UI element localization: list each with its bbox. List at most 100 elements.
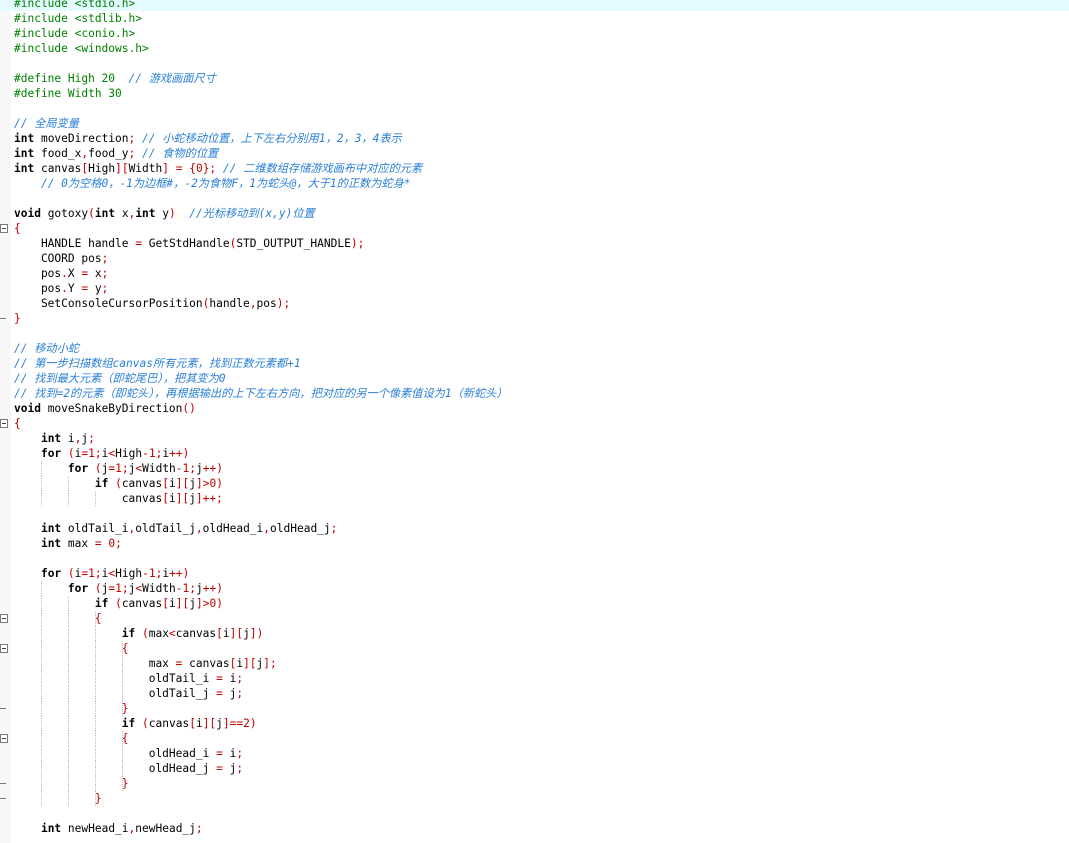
code-line[interactable]: int canvas[High][Width] = {0}; // 二维数组存储… xyxy=(0,161,1069,176)
code-token: i xyxy=(222,672,237,685)
code-line[interactable]: // 找到最大元素（即蛇尾巴），把其变为0 xyxy=(0,371,1069,386)
code-token: ]++; xyxy=(195,492,223,505)
code-line[interactable]: for (i=1;i<High-1;i++) xyxy=(0,566,1069,581)
code-line[interactable]: for (i=1;i<High-1;i++) xyxy=(0,446,1069,461)
code-line[interactable]: SetConsoleCursorPosition(handle,pos); xyxy=(0,296,1069,311)
code-line[interactable]: { xyxy=(0,611,1069,626)
code-editor[interactable]: #include <stdio.h> #include <stdlib.h> #in… xyxy=(0,0,1069,836)
fold-toggle-icon[interactable] xyxy=(0,419,8,428)
code-line[interactable]: { xyxy=(0,416,1069,431)
code-line[interactable] xyxy=(0,56,1069,71)
code-text: oldHead_j = j; xyxy=(14,761,243,776)
code-token: HANDLE handle xyxy=(14,237,136,250)
code-line[interactable]: if (canvas[i][j]>0) xyxy=(0,596,1069,611)
code-token: ][ xyxy=(175,477,190,490)
code-token: void xyxy=(14,207,41,220)
code-line[interactable]: canvas[i][j]++; xyxy=(0,491,1069,506)
fold-toggle-icon[interactable] xyxy=(0,734,8,743)
code-token: // 0为空格0，-1为边框#，-2为食物F，1为蛇头@，大于1的正数为蛇身* xyxy=(40,177,411,190)
code-token: canvas xyxy=(121,477,163,490)
code-token: if xyxy=(121,627,136,640)
code-line[interactable]: #include <conio.h> xyxy=(0,26,1069,41)
code-token: //光标移动到(x,y)位置 xyxy=(189,207,315,220)
code-line[interactable]: oldTail_j = j; xyxy=(0,686,1069,701)
code-line[interactable]: // 全局变量 xyxy=(0,116,1069,131)
code-line[interactable] xyxy=(0,326,1069,341)
code-text: int max = 0; xyxy=(14,536,122,551)
code-line[interactable]: // 找到=2的元素（即蛇头），再根据输出的上下左右方向，把对应的另一个像素值设… xyxy=(0,386,1069,401)
code-line[interactable] xyxy=(0,806,1069,821)
code-line[interactable]: if (canvas[i][j]==2) xyxy=(0,716,1069,731)
code-token: oldHead_j xyxy=(270,522,331,535)
code-token: int xyxy=(40,522,62,535)
code-line[interactable]: int max = 0; xyxy=(0,536,1069,551)
fold-toggle-icon[interactable] xyxy=(0,224,8,233)
code-line[interactable]: void moveSnakeByDirection() xyxy=(0,401,1069,416)
code-line[interactable]: { xyxy=(0,731,1069,746)
code-line[interactable]: #define High 20 // 游戏画面尺寸 xyxy=(0,71,1069,86)
code-line[interactable]: { xyxy=(0,641,1069,656)
fold-toggle-icon[interactable] xyxy=(0,614,8,623)
code-line[interactable]: for (j=1;j<Width-1;j++) xyxy=(0,461,1069,476)
code-token: j xyxy=(216,717,223,730)
code-line[interactable] xyxy=(0,551,1069,566)
code-line[interactable]: // 移动小蛇 xyxy=(0,341,1069,356)
code-line[interactable]: } xyxy=(0,776,1069,791)
code-line[interactable]: #define Width 30 xyxy=(0,86,1069,101)
code-line[interactable]: if (max<canvas[i][j]) xyxy=(0,626,1069,641)
code-line[interactable]: oldTail_i = i; xyxy=(0,671,1069,686)
code-line[interactable]: } xyxy=(0,311,1069,326)
code-token: i xyxy=(222,747,237,760)
code-line[interactable]: int food_x,food_y; // 食物的位置 xyxy=(0,146,1069,161)
code-line[interactable]: #include <stdlib.h> xyxy=(0,11,1069,26)
code-line[interactable]: // 0为空格0，-1为边框#，-2为食物F，1为蛇头@，大于1的正数为蛇身* xyxy=(0,176,1069,191)
code-line[interactable]: max = canvas[i][j]; xyxy=(0,656,1069,671)
code-line[interactable]: int i,j; xyxy=(0,431,1069,446)
code-token: j xyxy=(189,477,196,490)
code-line[interactable] xyxy=(0,506,1069,521)
code-line[interactable]: } xyxy=(0,791,1069,806)
code-token: food_y xyxy=(88,147,129,160)
code-token: int xyxy=(40,822,62,835)
code-line[interactable]: { xyxy=(0,221,1069,236)
code-text: if (canvas[i][j]>0) xyxy=(14,476,223,491)
code-token: ( xyxy=(115,597,122,610)
code-token: = xyxy=(135,237,142,250)
code-token: ; xyxy=(101,252,109,265)
code-line[interactable]: HANDLE handle = GetStdHandle(STD_OUTPUT_… xyxy=(0,236,1069,251)
code-line[interactable] xyxy=(0,101,1069,116)
code-token: i xyxy=(168,597,176,610)
code-token: ][ xyxy=(229,627,244,640)
code-text: pos.Y = y; xyxy=(14,281,108,296)
code-line[interactable]: COORD pos; xyxy=(0,251,1069,266)
code-line[interactable]: for (j=1;j<Width-1;j++) xyxy=(0,581,1069,596)
code-line[interactable]: // 第一步扫描数组canvas所有元素，找到正数元素都+1 xyxy=(0,356,1069,371)
code-token: ( xyxy=(94,582,102,595)
code-line[interactable]: #include <stdio.h> xyxy=(0,0,1069,11)
code-line[interactable]: pos.Y = y; xyxy=(0,281,1069,296)
code-line[interactable]: int oldTail_i,oldTail_j,oldHead_i,oldHea… xyxy=(0,521,1069,536)
code-line[interactable]: oldHead_i = i; xyxy=(0,746,1069,761)
code-text: // 0为空格0，-1为边框#，-2为食物F，1为蛇头@，大于1的正数为蛇身* xyxy=(14,176,411,191)
code-line[interactable]: if (canvas[i][j]>0) xyxy=(0,476,1069,491)
fold-toggle-icon[interactable] xyxy=(0,644,8,653)
code-token: ]; xyxy=(263,657,277,670)
code-token: [ xyxy=(216,627,223,640)
code-line[interactable]: oldHead_j = j; xyxy=(0,761,1069,776)
code-line[interactable]: void gotoxy(int x,int y) //光标移动到(x,y)位置 xyxy=(0,206,1069,221)
code-token: for xyxy=(40,447,62,460)
code-line[interactable]: int moveDirection; // 小蛇移动位置，上下左右分别用1，2，… xyxy=(0,131,1069,146)
code-text: // 找到=2的元素（即蛇头），再根据输出的上下左右方向，把对应的另一个像素值设… xyxy=(14,386,508,401)
code-line[interactable] xyxy=(0,191,1069,206)
code-token: newHead_j xyxy=(135,822,196,835)
code-line[interactable]: int newHead_i,newHead_j; xyxy=(0,821,1069,836)
code-line[interactable]: } xyxy=(0,701,1069,716)
code-line[interactable]: pos.X = x; xyxy=(0,266,1069,281)
code-text: SetConsoleCursorPosition(handle,pos); xyxy=(14,296,290,311)
code-line[interactable]: #include <windows.h> xyxy=(0,41,1069,56)
